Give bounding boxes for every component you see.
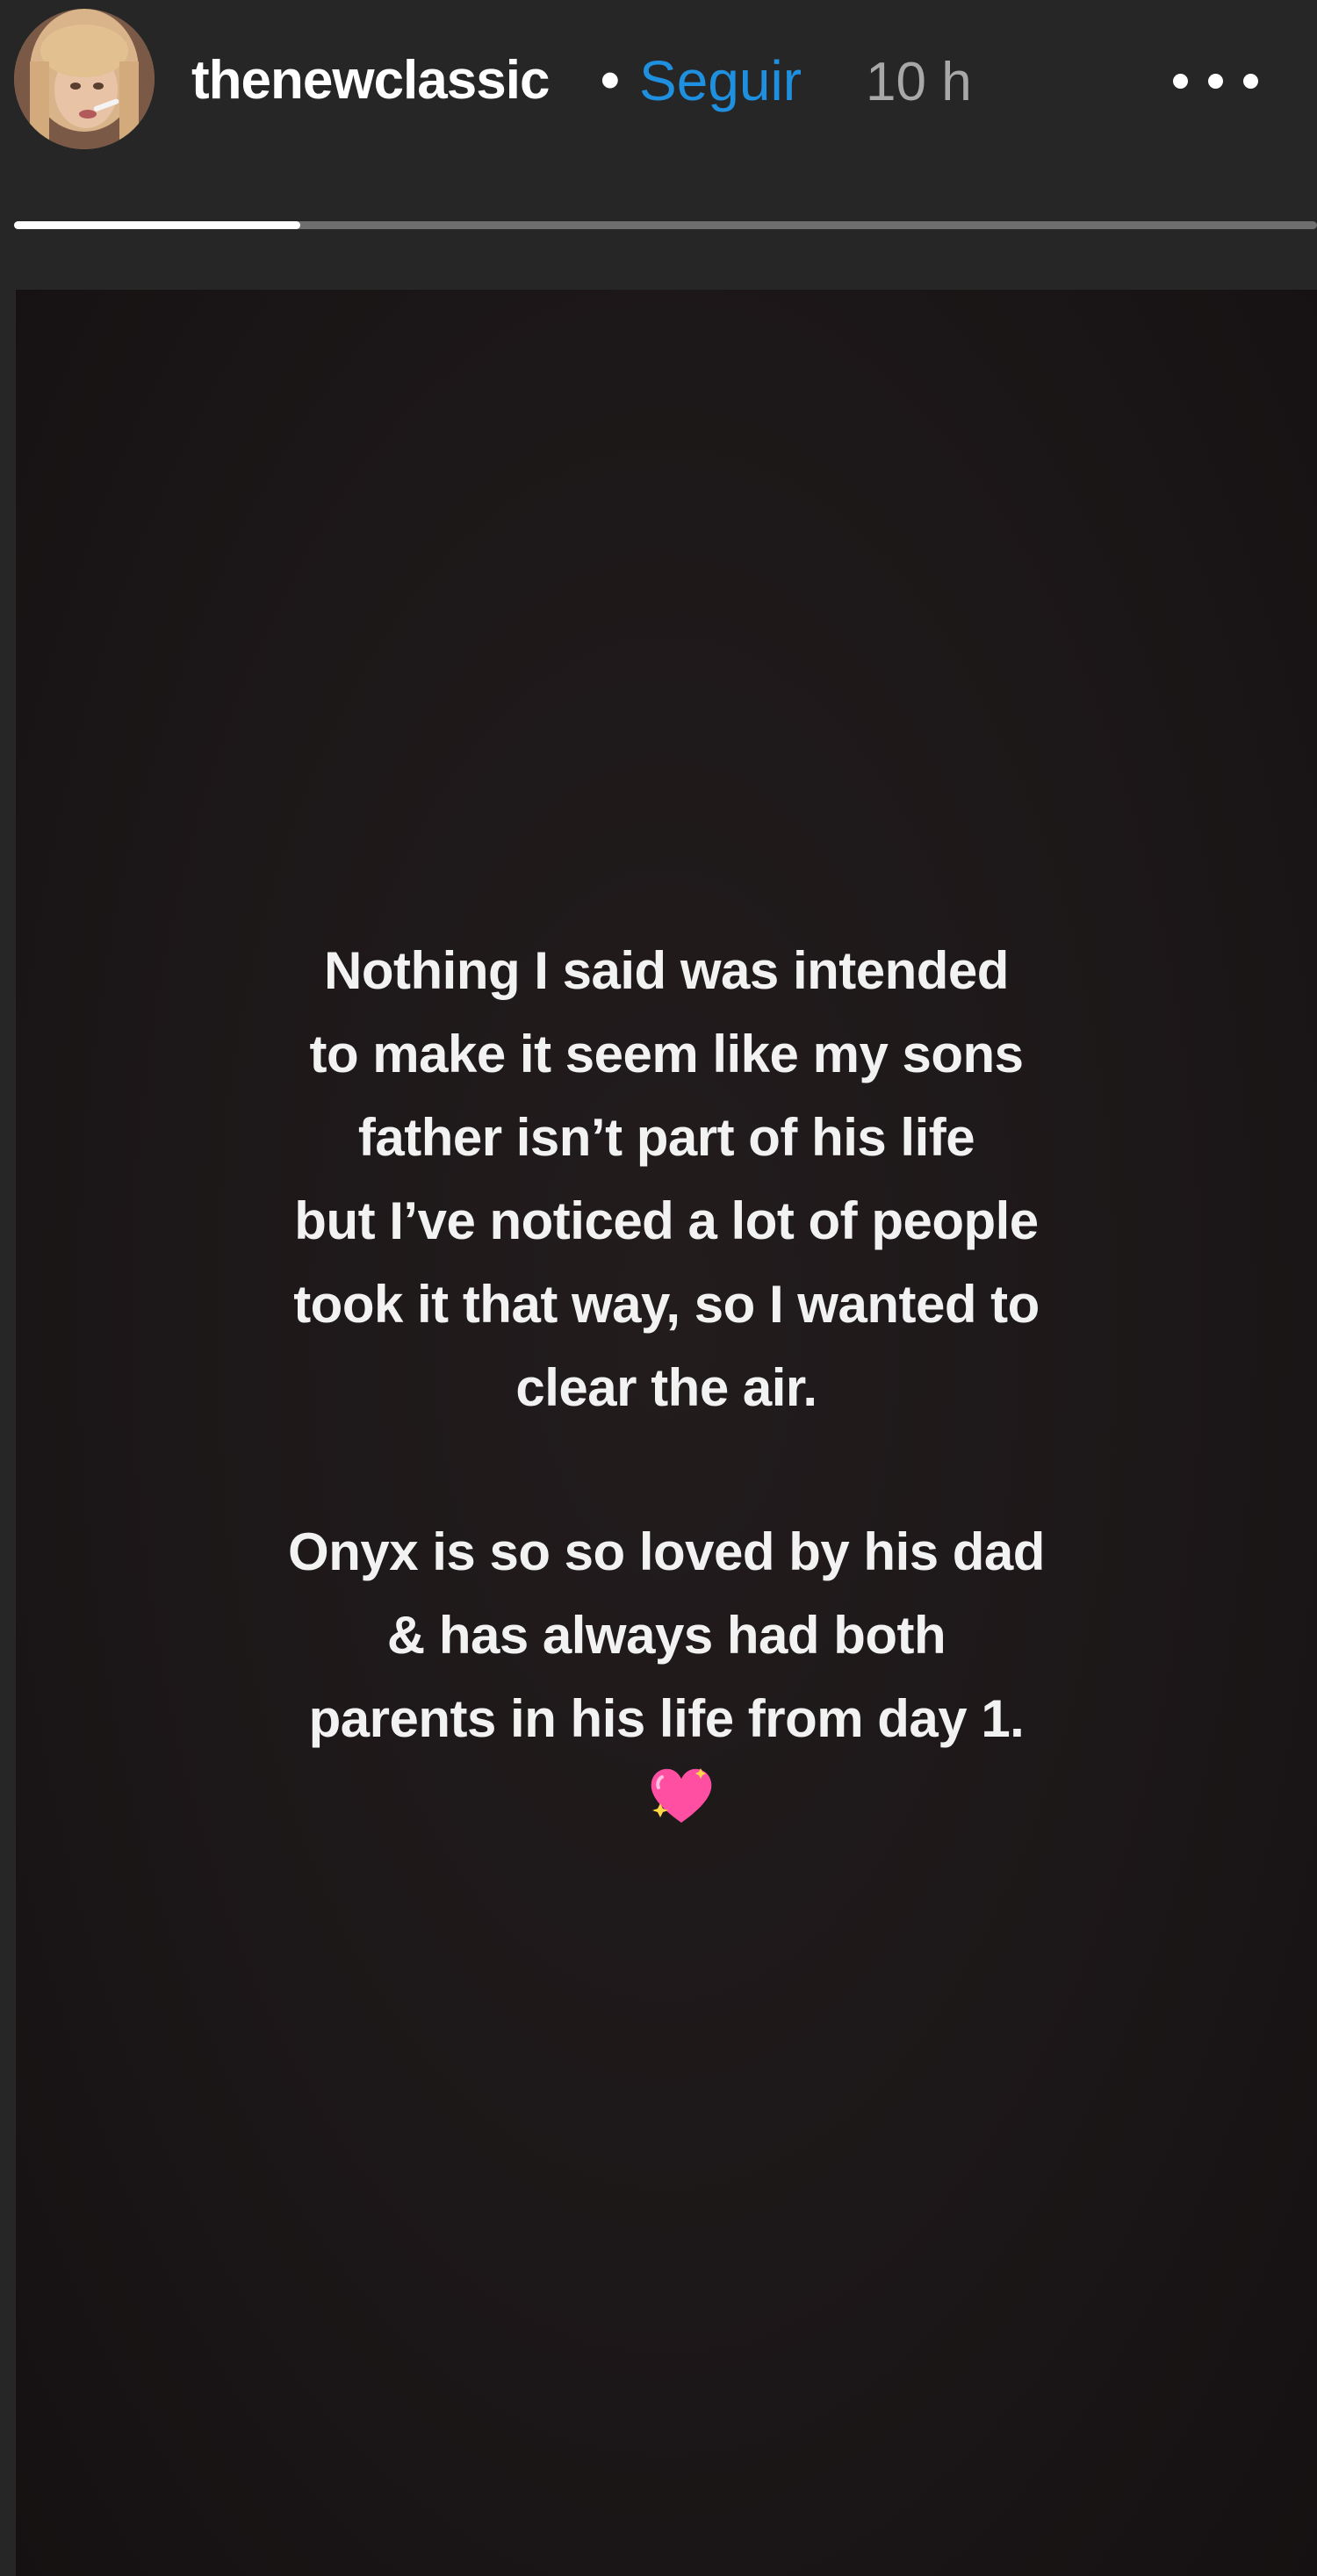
story-text-line: took it that way, so I wanted to [293, 1275, 1040, 1334]
story-text-line: Nothing I said was intended [324, 941, 1009, 1000]
story-text-line: father isn’t part of his life [357, 1108, 975, 1167]
username-link[interactable]: thenewclassic [191, 49, 550, 112]
story-header: thenewclassic • Seguir 10 h [0, 0, 1317, 167]
separator-dot: • [601, 50, 620, 111]
more-options-icon[interactable] [1168, 56, 1282, 109]
avatar-image [14, 9, 155, 149]
story-progress-bar [14, 221, 1317, 229]
story-paragraph-2: Onyx is so so loved by his dad & has alwa… [16, 1510, 1317, 1760]
story-text-line: to make it seem like my sons [309, 1025, 1024, 1083]
sparkling-heart-icon [651, 1768, 712, 1823]
story-progress-fill [14, 221, 301, 229]
story-viewer: thenewclassic • Seguir 10 h Nothing I sa… [0, 0, 1317, 2576]
story-text-line: & has always had both [386, 1606, 946, 1665]
post-time: 10 h [866, 52, 972, 112]
story-text-line: but I’ve noticed a lot of people [294, 1191, 1039, 1250]
story-content[interactable]: Nothing I said was intended to make it se… [16, 290, 1317, 2576]
story-text-line: parents in his life from day 1. [308, 1689, 1025, 1748]
story-text-line: Onyx is so so loved by his dad [288, 1522, 1045, 1581]
story-text-line: clear the air. [515, 1358, 817, 1417]
avatar[interactable] [14, 9, 155, 149]
follow-button[interactable]: Seguir [639, 49, 802, 112]
story-paragraph-1: Nothing I said was intended to make it se… [16, 929, 1317, 1429]
